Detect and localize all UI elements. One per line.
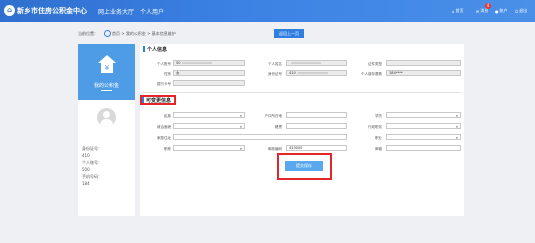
field-label: 个人账号 (157, 62, 171, 66)
ethnicity-select[interactable]: ▼ (173, 112, 245, 118)
field-label: 民族 (164, 114, 171, 118)
field-label: 籍贯 (275, 125, 282, 129)
breadcrumb-label: 当前位置： (78, 31, 98, 36)
house-icon: ¥ (98, 55, 116, 73)
field-label: 户口所在地 (264, 114, 283, 118)
id-type-field (386, 60, 461, 66)
name-field (286, 60, 347, 66)
field-label: 邮政编码 (268, 147, 282, 151)
field-label: 身份证号 (268, 72, 282, 76)
gender-field: 女 (173, 70, 245, 76)
political-select[interactable]: ▼ (173, 123, 245, 129)
field-label: 家庭住址 (157, 136, 171, 140)
native-place-field[interactable] (286, 123, 347, 129)
field-label: 个人缴存基数 (361, 72, 382, 76)
id-number-label: 身份证号： (82, 146, 102, 151)
deposit-base-field: 184**** (386, 70, 461, 76)
personal-info-title: 个人信息 (147, 47, 168, 53)
occupation-select[interactable]: ▼ (386, 134, 461, 140)
position-select[interactable]: ▼ (386, 123, 461, 129)
title-underline (101, 90, 112, 91)
id-number-field: 410 (286, 70, 347, 76)
field-label: 学历 (375, 114, 382, 118)
account-number-field: 50 (173, 60, 245, 66)
field-label: 证件类型 (368, 62, 382, 66)
exit-label: 退出 (519, 8, 528, 13)
field-value: 410 (289, 71, 296, 75)
chevron-down-icon: ▼ (239, 114, 242, 118)
svg-text:¥: ¥ (105, 64, 110, 72)
field-label: 职业 (375, 136, 382, 140)
section-divider (143, 92, 461, 93)
postal-code-field[interactable]: 453000 (286, 145, 347, 151)
user-summary: 身份证号： 410 个人账号： 500 手机号码： 184 (82, 145, 102, 187)
account-label: 账户 (499, 8, 508, 13)
masked-text (291, 62, 321, 64)
exit-link[interactable]: ⏻ 退出 (515, 8, 527, 14)
home-label: 首页 (455, 8, 464, 13)
chevron-down-icon: ▼ (455, 136, 458, 140)
field-value: 女 (176, 71, 180, 75)
home-link[interactable]: ⌂ 首页 (452, 8, 464, 14)
section-marker (142, 97, 144, 103)
section-marker (143, 46, 145, 52)
message-count-badge: 4 (485, 3, 491, 9)
field-label: 行政职务 (368, 125, 382, 129)
field-label: 性别 (164, 72, 171, 76)
exit-icon: ⏻ (515, 8, 519, 14)
field-label: 政治面貌 (157, 125, 171, 129)
account-number-value: 500 (82, 167, 90, 172)
submit-save-button[interactable]: 提交保存 (285, 161, 323, 171)
user-sidebar: ¥ 我的公积金 身份证号： 410 个人账号： 500 手机号码： 184 (78, 44, 135, 216)
field-label: 银行卡号 (157, 82, 171, 86)
field-label: 职称 (164, 147, 171, 151)
masked-text (182, 62, 213, 64)
avatar-head (103, 111, 110, 118)
message-icon: ✉ (476, 8, 480, 14)
user-icon: ● (495, 8, 499, 14)
field-label: 邮箱 (375, 147, 382, 151)
bank-card-field (173, 80, 245, 86)
chevron-down-icon: ▼ (239, 125, 242, 129)
back-button[interactable]: 返回上一页 (274, 29, 304, 38)
household-field[interactable] (286, 112, 347, 118)
breadcrumb: 当前位置： 首页 > 我的公积金 > 基本信息维护 返回上一页 (78, 29, 464, 39)
title-select[interactable]: ▼ (173, 145, 245, 151)
editable-info-title: 可变更信息 (146, 98, 172, 104)
info-form: 个人信息 个人账号 50 个人姓名 证件类型 性别 女 身份证号 410 个人缴… (140, 44, 464, 216)
education-select[interactable]: ▼ (386, 112, 461, 118)
home-icon: ⌂ (452, 8, 455, 14)
field-value: 184**** (389, 71, 403, 75)
account-link[interactable]: ● 账户 (495, 8, 508, 14)
masked-text (297, 72, 328, 74)
location-icon (104, 30, 111, 37)
chevron-down-icon: ▼ (239, 147, 242, 151)
home-address-field[interactable] (173, 134, 347, 140)
nav-personal-user[interactable]: 个人用户 (140, 7, 164, 16)
my-fund-title: 我的公积金 (93, 83, 119, 89)
id-number-value: 410 (82, 153, 90, 158)
phone-label: 手机号码： (82, 174, 102, 179)
avatar-body (100, 119, 113, 127)
field-value: 453000 (289, 146, 303, 150)
field-label: 个人姓名 (268, 62, 282, 66)
breadcrumb-path[interactable]: 首页 > 我的公积金 > 基本信息维护 (112, 31, 176, 37)
email-field[interactable] (386, 145, 461, 151)
my-fund-card[interactable]: ¥ 我的公积金 (78, 44, 135, 100)
top-header: ⌂ 新乡市住房公积金中心 网上业务大厅 个人用户 ⌂ 首页 ✉ 消息 4 ● 账… (0, 0, 535, 22)
avatar (97, 108, 116, 127)
chevron-down-icon: ▼ (455, 114, 458, 118)
chevron-down-icon: ▼ (455, 125, 458, 129)
nav-online-hall[interactable]: 网上业务大厅 (98, 7, 134, 16)
site-title: 新乡市住房公积金中心 (17, 7, 87, 15)
phone-value: 184 (82, 181, 90, 186)
account-number-label: 个人账号： (82, 160, 102, 165)
logo-icon: ⌂ (4, 5, 15, 16)
field-value: 50 (176, 61, 181, 65)
